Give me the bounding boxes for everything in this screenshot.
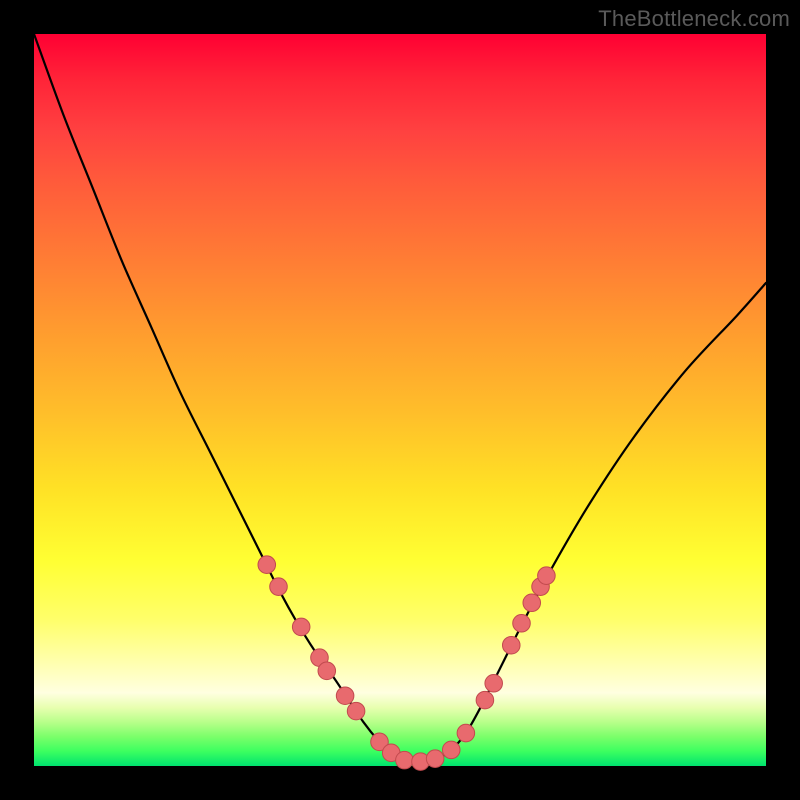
bead-point [523,594,541,612]
bead-point [485,675,503,693]
watermark-text: TheBottleneck.com [598,6,790,32]
bead-group [258,556,555,770]
bead-point [336,687,354,705]
bead-point [292,618,310,636]
bead-point [318,662,336,680]
bead-point [476,691,494,709]
bead-point [538,567,556,585]
bead-point [457,724,475,742]
v-curve-line [34,34,766,762]
bead-point [270,578,288,596]
bead-point [258,556,276,574]
bead-point [396,751,414,769]
bead-point [426,750,444,768]
chart-overlay-svg [34,34,766,766]
bead-point [513,614,531,632]
bead-point [347,702,365,720]
bead-point [442,741,460,759]
bead-point [502,636,520,654]
chart-stage: TheBottleneck.com [0,0,800,800]
